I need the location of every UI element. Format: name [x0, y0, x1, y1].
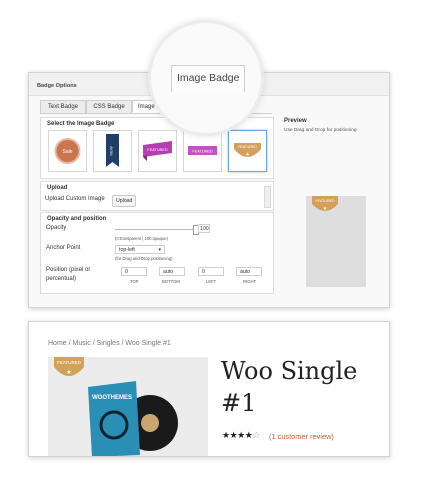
panel-title: Badge Options — [37, 83, 77, 89]
opacity-value-field[interactable]: 100 — [198, 224, 210, 233]
position-right-field[interactable]: auto — [236, 267, 262, 276]
anchor-hint: (for Drag and Drop positioning) — [115, 256, 173, 261]
chevron-down-icon: ▾ — [158, 247, 161, 253]
new-ribbon-label: NEW — [109, 146, 114, 156]
opacity-slider-track[interactable] — [115, 229, 200, 230]
position-left-field[interactable]: 0 — [198, 267, 224, 276]
magnifier-overlay: Image Badge — [148, 20, 264, 136]
position-left-caption: LEFT — [206, 279, 217, 284]
position-top-caption: TOP — [130, 279, 139, 284]
album-cover-icon: WOOTHEMES — [88, 381, 178, 456]
tab-css-badge[interactable]: CSS Badge — [86, 100, 132, 113]
section-title: Opacity and position — [47, 216, 107, 222]
svg-text:★: ★ — [66, 369, 71, 376]
featured-gold-label: FEATURED — [238, 145, 257, 149]
preview-badge-label: FEATURED — [315, 199, 335, 203]
position-top-field[interactable]: 0 — [121, 267, 147, 276]
product-image[interactable]: FEATURED ★ WOOTHEMES — [48, 357, 208, 456]
product-badge-label: FEATURED — [57, 360, 82, 365]
badge-option-featured-gold[interactable]: FEATURED ★ — [228, 130, 267, 172]
opacity-label: Opacity — [46, 225, 67, 231]
preview-image: FEATURED ★ — [306, 196, 366, 287]
badge-option-sale[interactable]: Sale — [48, 130, 87, 172]
upload-button[interactable]: Upload — [112, 195, 137, 207]
star-icon: ★ — [222, 430, 230, 440]
breadcrumb[interactable]: Home / Music / Singles / Woo Single #1 — [48, 340, 171, 347]
rating-stars: ★★★★☆ — [222, 430, 260, 441]
anchor-point-select[interactable]: top-left ▾ — [115, 245, 165, 254]
featured-gold-icon: FEATURED ★ — [234, 143, 261, 158]
position-bottom-field[interactable]: auto — [159, 267, 185, 276]
upload-custom-label: Upload Custom Image — [45, 196, 105, 202]
section-title: Select the Image Badge — [47, 121, 115, 127]
featured-banner-label: FEATURED — [192, 150, 212, 154]
svg-text:★: ★ — [323, 206, 328, 212]
featured-banner-icon: FEATURED — [188, 146, 217, 155]
upload-scrollbar[interactable] — [264, 186, 271, 208]
new-ribbon-icon: NEW — [106, 134, 119, 167]
badge-option-featured-ribbon[interactable]: FEATURED — [138, 130, 177, 172]
opacity-hint: (0:transparent | 100:opaque) — [115, 236, 169, 241]
customer-review-link[interactable]: (1 customer review) — [269, 432, 334, 441]
sale-badge-label: Sale — [62, 149, 72, 155]
section-title: Upload — [47, 185, 68, 191]
svg-text:★: ★ — [245, 152, 250, 158]
position-bottom-caption: BOTTOM — [162, 279, 180, 284]
featured-ribbon-icon: FEATURED — [143, 141, 172, 161]
position-right-caption: RIGHT — [243, 279, 257, 284]
tab-text-badge[interactable]: Text Badge — [40, 100, 86, 113]
album-text: WOOTHEMES — [92, 395, 132, 401]
anchor-point-value: top-left — [119, 247, 135, 253]
sale-badge-icon: Sale — [54, 138, 81, 164]
badge-option-new[interactable]: NEW — [93, 130, 132, 172]
featured-ribbon-label: FEATURED — [147, 148, 167, 152]
anchor-point-label: Anchor Point — [46, 245, 81, 251]
featured-gold-icon[interactable]: FEATURED ★ — [310, 196, 340, 218]
magnified-tab-label: Image Badge — [177, 72, 240, 84]
star-icon: ☆ — [252, 430, 260, 440]
preview-title: Preview — [284, 118, 307, 124]
badge-option-featured-banner[interactable]: FEATURED — [183, 130, 222, 172]
position-label: Position (pixel or percentual) — [46, 267, 91, 282]
product-page: Home / Music / Singles / Woo Single #1 F… — [28, 321, 390, 457]
preview-subtitle: Use Drag and Drop for positioning — [284, 128, 357, 133]
product-title: Woo Single #1 — [221, 357, 358, 417]
star-icon: ★ — [237, 430, 245, 440]
